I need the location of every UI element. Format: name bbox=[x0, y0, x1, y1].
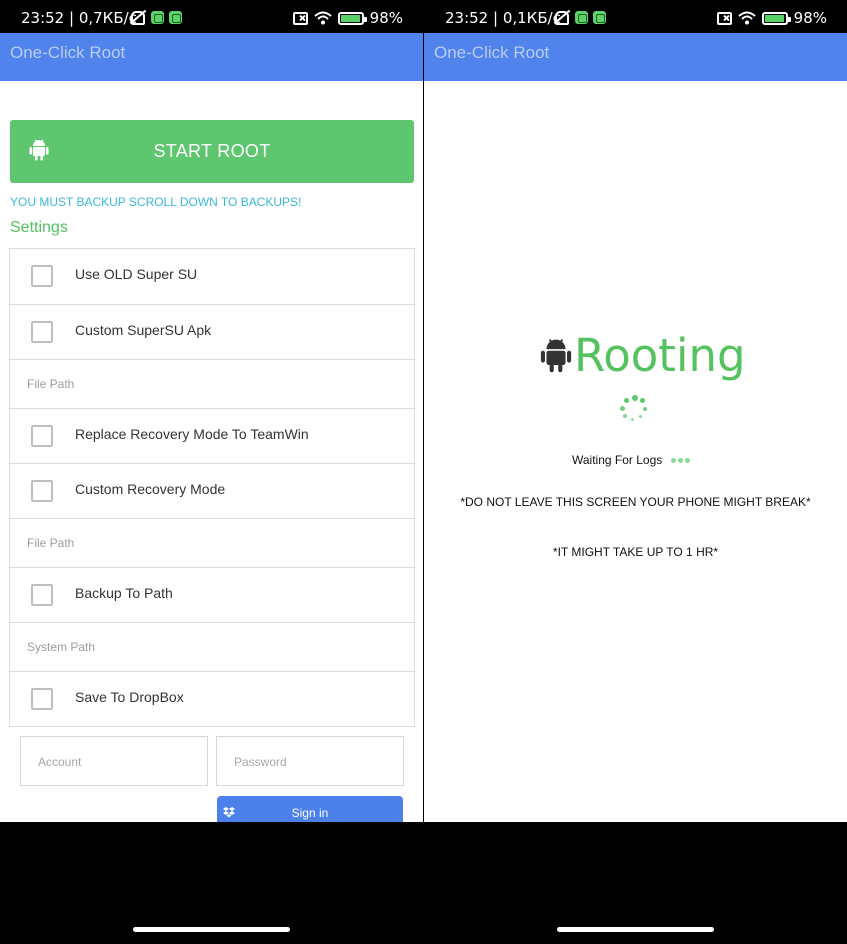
checkbox[interactable] bbox=[31, 265, 53, 287]
mute-icon bbox=[128, 10, 146, 25]
checkbox[interactable] bbox=[31, 480, 53, 502]
password-input[interactable]: Password bbox=[216, 736, 404, 786]
spinner-icon bbox=[620, 395, 648, 423]
checkbox[interactable] bbox=[31, 688, 53, 710]
system-path-input[interactable]: System Path bbox=[10, 622, 414, 671]
account-placeholder: Account bbox=[38, 755, 82, 769]
sign-in-label: Sign in bbox=[291, 806, 329, 820]
do-not-leave-warning: *DO NOT LEAVE THIS SCREEN YOUR PHONE MIG… bbox=[460, 495, 811, 509]
password-placeholder: Password bbox=[234, 755, 287, 769]
wifi-icon bbox=[313, 11, 332, 25]
rooting-heading: Rooting bbox=[540, 329, 746, 382]
waiting-label: Waiting For Logs bbox=[572, 453, 663, 467]
sim-icon bbox=[716, 11, 732, 25]
start-root-button[interactable]: START ROOT bbox=[10, 120, 414, 183]
file-path-input[interactable]: File Path bbox=[10, 359, 414, 408]
setting-label: Use OLD Super SU bbox=[75, 266, 198, 282]
android-icon bbox=[540, 339, 572, 373]
notification-icon bbox=[169, 10, 182, 24]
start-root-label: START ROOT bbox=[153, 141, 271, 161]
android-icon bbox=[29, 139, 49, 161]
dropbox-sign-in-button[interactable]: Sign in bbox=[217, 796, 403, 822]
notification-icon bbox=[593, 10, 606, 24]
settings-title: Settings bbox=[10, 219, 68, 236]
status-time: 23:52 | 0,1КБ/с bbox=[445, 9, 561, 27]
input-placeholder: File Path bbox=[27, 536, 75, 550]
notification-icon bbox=[151, 10, 164, 24]
app-title: One-Click Root bbox=[10, 43, 126, 62]
setting-label: Custom Recovery Mode bbox=[75, 481, 226, 497]
input-placeholder: File Path bbox=[27, 377, 75, 391]
setting-label: Save To DropBox bbox=[75, 689, 184, 705]
settings-content: START ROOT YOU MUST BACKUP SCROLL DOWN T… bbox=[0, 81, 423, 822]
setting-replace-recovery-teamwin[interactable]: Replace Recovery Mode To TeamWin bbox=[10, 408, 414, 463]
account-input[interactable]: Account bbox=[20, 736, 208, 786]
duration-warning: *IT MIGHT TAKE UP TO 1 HR* bbox=[552, 545, 719, 559]
mute-icon bbox=[552, 10, 570, 25]
setting-label: Backup To Path bbox=[75, 585, 173, 601]
setting-use-old-supersu[interactable]: Use OLD Super SU bbox=[10, 249, 414, 304]
navigation-bar bbox=[424, 822, 847, 944]
home-indicator[interactable] bbox=[133, 927, 290, 932]
rooting-screen: 23:52 | 0,1КБ/с 98% One-Click Root Rooti… bbox=[424, 0, 847, 944]
wifi-icon bbox=[737, 11, 756, 25]
backup-warning: YOU MUST BACKUP SCROLL DOWN TO BACKUPS! bbox=[10, 195, 302, 209]
checkbox[interactable] bbox=[31, 321, 53, 343]
status-time: 23:52 | 0,7КБ/с bbox=[21, 9, 137, 27]
home-indicator[interactable] bbox=[557, 927, 714, 932]
input-placeholder: System Path bbox=[27, 640, 96, 654]
setting-custom-supersu-apk[interactable]: Custom SuperSU Apk bbox=[10, 304, 414, 359]
setting-backup-to-path[interactable]: Backup To Path bbox=[10, 567, 414, 622]
battery-icon bbox=[761, 11, 791, 25]
app-title: One-Click Root bbox=[434, 43, 550, 62]
loading-dots-icon bbox=[671, 457, 691, 463]
checkbox[interactable] bbox=[31, 584, 53, 606]
setting-custom-recovery-mode[interactable]: Custom Recovery Mode bbox=[10, 463, 414, 518]
battery-percent: 98% bbox=[793, 9, 827, 27]
setting-save-to-dropbox[interactable]: Save To DropBox bbox=[10, 671, 414, 726]
file-path-input[interactable]: File Path bbox=[10, 518, 414, 567]
notification-icon bbox=[575, 10, 588, 24]
waiting-for-logs: Waiting For Logs bbox=[572, 453, 691, 467]
app-bar: One-Click Root bbox=[424, 33, 847, 81]
status-bar: 23:52 | 0,1КБ/с 98% bbox=[424, 0, 847, 33]
rooting-title: Rooting bbox=[574, 329, 746, 382]
settings-list: Use OLD Super SU Custom SuperSU Apk File… bbox=[9, 248, 415, 727]
sim-icon bbox=[292, 11, 308, 25]
setting-label: Replace Recovery Mode To TeamWin bbox=[75, 426, 309, 442]
status-bar: 23:52 | 0,7КБ/с 98% bbox=[0, 0, 423, 33]
app-bar: One-Click Root bbox=[0, 33, 423, 81]
battery-icon bbox=[337, 11, 367, 25]
root-settings-screen: 23:52 | 0,7КБ/с 98% One-Click Root START… bbox=[0, 0, 423, 944]
checkbox[interactable] bbox=[31, 425, 53, 447]
battery-percent: 98% bbox=[369, 9, 403, 27]
navigation-bar bbox=[0, 822, 423, 944]
rooting-content: Rooting Waiting For Logs *DO NOT LEAVE T… bbox=[424, 81, 847, 822]
setting-label: Custom SuperSU Apk bbox=[75, 322, 212, 338]
